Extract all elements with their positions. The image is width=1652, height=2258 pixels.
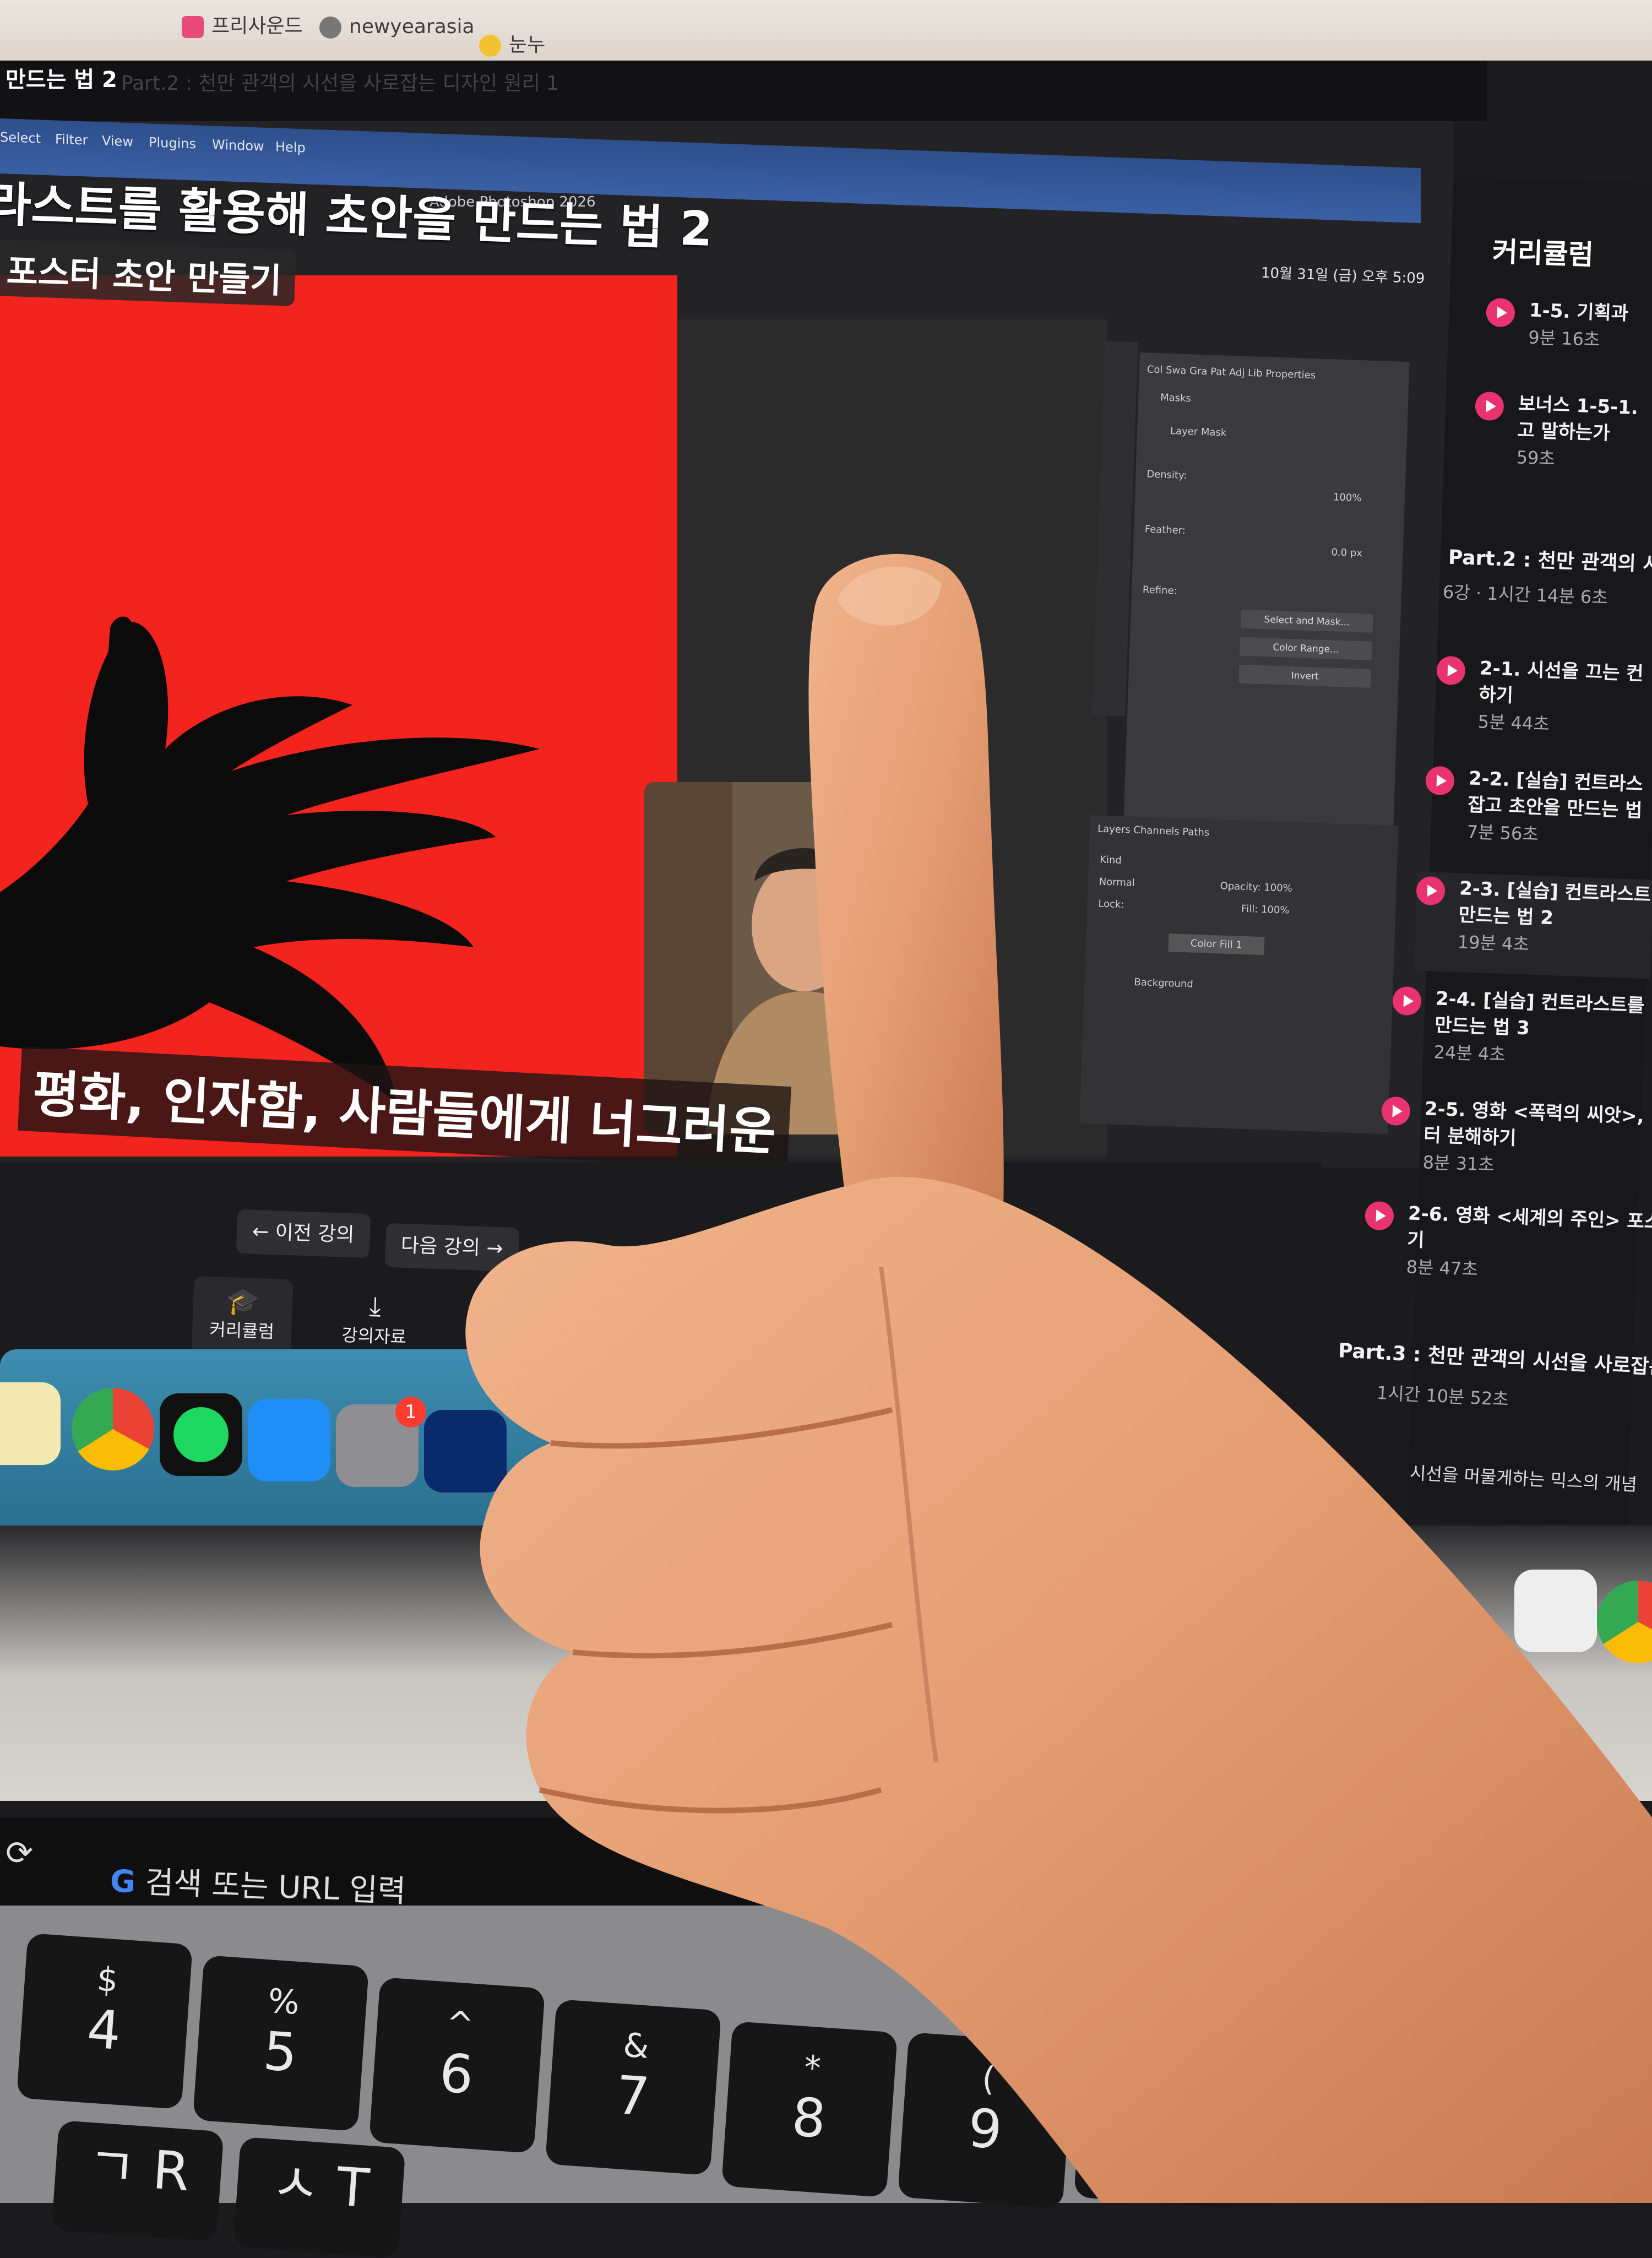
properties-panel: Col Swa Gra Pat Adj Lib Properties Masks…: [1123, 352, 1410, 841]
select-and-mask-button[interactable]: Select and Mask...: [1240, 609, 1373, 633]
reload-icon[interactable]: ⟳: [6, 1834, 33, 1872]
refine-label: Refine:: [1142, 584, 1177, 597]
system-settings-icon[interactable]: 1: [336, 1397, 426, 1487]
lock-label: Lock:: [1098, 898, 1124, 911]
bookmark-newyearasia[interactable]: newyearasia: [319, 15, 475, 39]
feather-value[interactable]: 0.0 px: [1331, 546, 1362, 559]
opacity-field[interactable]: Opacity: 100%: [1220, 880, 1292, 894]
key-6[interactable]: ^ 6: [368, 1977, 546, 2154]
layers-tabs[interactable]: Layers Channels Paths: [1097, 823, 1210, 838]
panel-tabs[interactable]: Col Swa Gra Pat Adj Lib Properties: [1147, 363, 1316, 381]
fill-field[interactable]: Fill: 100%: [1241, 903, 1290, 916]
lesson-item-2-3-current[interactable]: 2-3. [실습] 컨트라스트 만드는 법 2 19분 4초: [1413, 871, 1652, 979]
video-subheadline: 포스터 초안 만들기: [0, 240, 296, 307]
layer-mask-label: Layer Mask: [1170, 425, 1227, 439]
key-r[interactable]: ㄱ R: [51, 2120, 224, 2242]
macos-dock: 1: [0, 1349, 551, 1526]
density-label: Density:: [1146, 468, 1187, 482]
menu-help: Help: [275, 139, 306, 156]
next-lesson-button[interactable]: 다음 강의 →: [384, 1223, 519, 1272]
bird-app-icon[interactable]: [1514, 1570, 1597, 1652]
prev-lesson-button[interactable]: ← 이전 강의: [236, 1209, 371, 1258]
google-g-icon: G: [109, 1863, 137, 1901]
gear-icon: [319, 17, 341, 39]
graduation-cap-icon: 🎓: [226, 1285, 260, 1318]
color-range-button[interactable]: Color Range...: [1239, 637, 1372, 661]
noonnu-icon: [479, 35, 501, 57]
masks-label: Masks: [1160, 392, 1192, 405]
menu-plugins: Plugins: [149, 134, 196, 152]
notification-badge: 1: [395, 1397, 426, 1427]
chrome-app-icon[interactable]: [72, 1388, 154, 1470]
key-7[interactable]: & 7: [545, 1999, 722, 2176]
notes-app-icon[interactable]: [0, 1382, 61, 1465]
key-9[interactable]: (9: [897, 2032, 1074, 2209]
lesson-subtitle: Part.2 : 천만 관객의 시선을 사로잡는 디자인 원리 1: [121, 72, 559, 95]
app-store-icon[interactable]: [248, 1399, 330, 1481]
layer-color-fill[interactable]: Color Fill 1: [1168, 933, 1265, 956]
curriculum-title: 커리큘럼: [1491, 235, 1594, 272]
download-icon: ⤓: [368, 1290, 382, 1322]
key-5[interactable]: % 5: [192, 1955, 369, 2132]
density-value[interactable]: 100%: [1333, 491, 1362, 504]
key-4[interactable]: $4: [16, 1933, 193, 2110]
freesound-icon: [182, 16, 204, 38]
key-0[interactable]: 0: [1073, 2032, 1251, 2209]
laptop-bezel: [0, 1526, 1652, 1801]
blend-mode-select[interactable]: Normal: [1099, 876, 1135, 889]
menu-view: View: [102, 133, 133, 150]
bookmark-noonnu[interactable]: 눈누: [479, 29, 545, 57]
spotify-app-icon[interactable]: [160, 1393, 242, 1476]
menu-filter: Filter: [55, 131, 88, 148]
bookmark-freesound[interactable]: 프리사운드: [182, 10, 303, 39]
play-icon: [1365, 1201, 1394, 1231]
layer-background[interactable]: Background: [1134, 976, 1193, 990]
feather-label: Feather:: [1144, 523, 1186, 537]
disney-plus-icon[interactable]: [424, 1410, 507, 1492]
layers-panel: Layers Channels Paths Kind Normal Opacit…: [1079, 815, 1399, 1135]
kind-filter[interactable]: Kind: [1100, 854, 1122, 866]
lesson-title: 만드는 법 2: [6, 67, 117, 93]
invert-button[interactable]: Invert: [1238, 664, 1372, 688]
menu-select: Select: [0, 129, 41, 146]
bookmarks-bar: 프리사운드 newyearasia 눈누: [0, 0, 1652, 61]
key-t[interactable]: ㅅ T: [233, 2136, 406, 2258]
key-8[interactable]: * 8: [721, 2021, 898, 2198]
menu-window: Window: [212, 137, 264, 154]
